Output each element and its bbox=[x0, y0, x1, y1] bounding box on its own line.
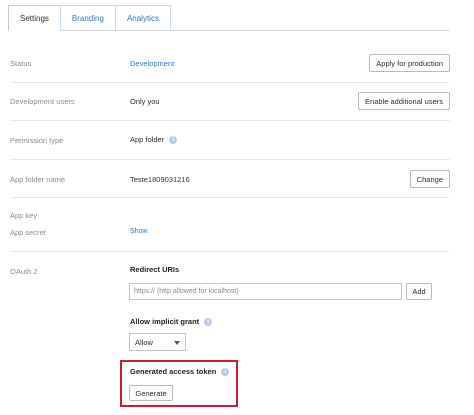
app-secret-label: App secret bbox=[10, 228, 46, 237]
app-folder-name-label: App folder name bbox=[10, 175, 66, 184]
divider bbox=[10, 251, 450, 252]
apply-for-production-button[interactable]: Apply for production bbox=[369, 54, 450, 72]
chevron-down-icon bbox=[174, 341, 180, 345]
app-key-row: App key bbox=[10, 211, 450, 223]
tab-divider bbox=[8, 30, 450, 31]
implicit-grant-value: Allow bbox=[135, 337, 153, 347]
info-icon[interactable]: i bbox=[221, 368, 230, 377]
divider bbox=[10, 197, 450, 198]
tab-settings[interactable]: Settings bbox=[8, 5, 61, 30]
enable-additional-users-button[interactable]: Enable additional users bbox=[358, 92, 450, 110]
development-users-value: Only you bbox=[130, 97, 160, 106]
permission-type-row: Permission type App folder i bbox=[10, 131, 450, 151]
implicit-grant-select[interactable]: Allow bbox=[129, 333, 186, 351]
development-users-label: Development users bbox=[10, 97, 75, 106]
status-value: Development bbox=[130, 59, 175, 68]
generated-access-token-text: Generated access token bbox=[130, 367, 217, 376]
oauth2-label: OAuth 2 bbox=[10, 267, 38, 276]
app-folder-name-value: Teste1809031216 bbox=[130, 175, 190, 184]
generate-token-button[interactable]: Generate bbox=[129, 385, 173, 401]
permission-type-text: App folder bbox=[130, 135, 165, 144]
development-users-row: Development users Only you Enable additi… bbox=[10, 92, 450, 112]
allow-implicit-grant-text: Allow implicit grant bbox=[130, 317, 200, 326]
add-redirect-uri-button[interactable]: Add bbox=[406, 283, 432, 300]
tab-analytics[interactable]: Analytics bbox=[114, 5, 171, 30]
allow-implicit-grant-title: Allow implicit grant i bbox=[130, 317, 213, 327]
app-key-label: App key bbox=[10, 211, 38, 220]
permission-type-label: Permission type bbox=[10, 136, 64, 145]
tab-bar: Settings Branding Analytics bbox=[8, 5, 171, 30]
divider bbox=[10, 159, 450, 160]
generated-access-token-title: Generated access token i bbox=[130, 367, 230, 377]
status-label: Status bbox=[10, 59, 32, 68]
permission-type-value: App folder i bbox=[130, 135, 178, 145]
app-secret-row: App secret Show bbox=[10, 228, 450, 240]
show-secret-link[interactable]: Show bbox=[130, 228, 148, 235]
info-icon[interactable]: i bbox=[169, 136, 178, 145]
status-row: Status Development Apply for production bbox=[10, 54, 450, 74]
active-tab-cover bbox=[9, 29, 59, 31]
info-icon[interactable]: i bbox=[204, 318, 213, 327]
redirect-uris-title: Redirect URIs bbox=[130, 265, 180, 274]
divider bbox=[10, 120, 450, 121]
divider bbox=[10, 82, 450, 83]
redirect-uri-input[interactable]: https:// (http allowed for localhost) bbox=[129, 283, 402, 300]
change-folder-button[interactable]: Change bbox=[409, 170, 450, 188]
tab-branding[interactable]: Branding bbox=[59, 5, 116, 30]
app-folder-name-row: App folder name Teste1809031216 Change bbox=[10, 170, 450, 190]
